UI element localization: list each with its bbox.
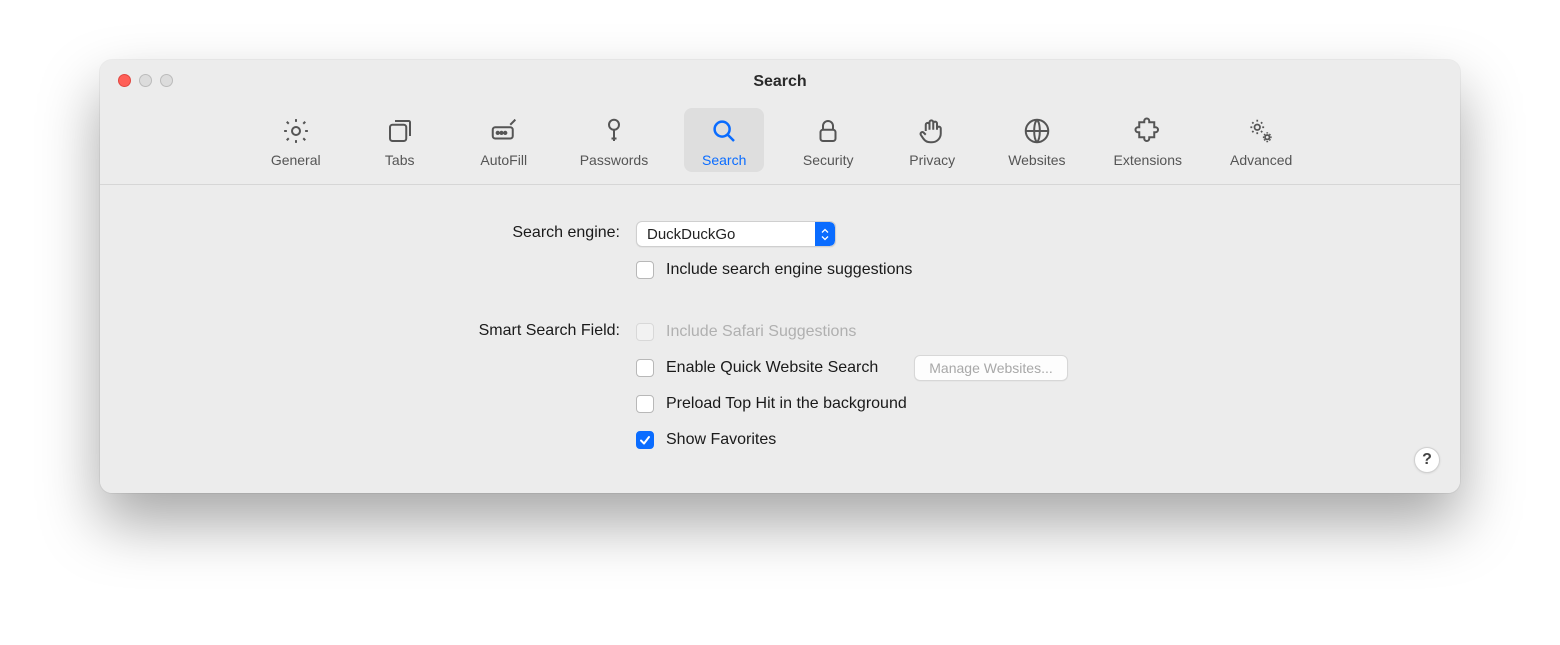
smart-search-label: Smart Search Field:: [140, 319, 620, 453]
window-title: Search: [753, 73, 806, 91]
toolbar-tab-label: Passwords: [580, 152, 648, 168]
toolbar-tab-label: Security: [803, 152, 854, 168]
gears-icon: [1244, 114, 1278, 148]
toolbar-tab-label: Websites: [1008, 152, 1065, 168]
show-favorites-label: Show Favorites: [666, 431, 776, 449]
preload-top-hit-checkbox[interactable]: [636, 395, 654, 413]
toolbar-tab-label: Privacy: [909, 152, 955, 168]
safari-suggestions-label: Include Safari Suggestions: [666, 323, 856, 341]
toolbar-tab-label: Search: [702, 152, 746, 168]
show-favorites-checkbox[interactable]: [636, 431, 654, 449]
window-close-button[interactable]: [118, 74, 131, 87]
titlebar: Search: [100, 60, 1460, 104]
globe-icon: [1020, 114, 1054, 148]
help-button[interactable]: ?: [1414, 447, 1440, 473]
toolbar-tab-passwords[interactable]: Passwords: [568, 108, 660, 172]
toolbar-tab-search[interactable]: Search: [684, 108, 764, 172]
toolbar-tab-label: AutoFill: [480, 152, 527, 168]
search-icon: [707, 114, 741, 148]
quick-website-search-label: Enable Quick Website Search: [666, 359, 878, 377]
toolbar-tab-autofill[interactable]: AutoFill: [464, 108, 544, 172]
safari-suggestions-checkbox: [636, 323, 654, 341]
toolbar-tab-label: Advanced: [1230, 152, 1292, 168]
window-zoom-button[interactable]: [160, 74, 173, 87]
chevron-up-down-icon: [815, 222, 835, 246]
toolbar-tab-security[interactable]: Security: [788, 108, 868, 172]
toolbar-tab-advanced[interactable]: Advanced: [1218, 108, 1304, 172]
tabs-icon: [383, 114, 417, 148]
search-engine-popup[interactable]: DuckDuckGo: [636, 221, 836, 247]
toolbar-tab-label: Tabs: [385, 152, 415, 168]
preload-top-hit-label: Preload Top Hit in the background: [666, 395, 907, 413]
hand-icon: [915, 114, 949, 148]
toolbar-tab-tabs[interactable]: Tabs: [360, 108, 440, 172]
window-minimize-button[interactable]: [139, 74, 152, 87]
toolbar-tab-label: General: [271, 152, 321, 168]
include-suggestions-label: Include search engine suggestions: [666, 261, 912, 279]
lock-icon: [811, 114, 845, 148]
toolbar-tab-label: Extensions: [1114, 152, 1182, 168]
manage-websites-button[interactable]: Manage Websites...: [914, 355, 1067, 381]
toolbar-tab-general[interactable]: General: [256, 108, 336, 172]
toolbar-tab-privacy[interactable]: Privacy: [892, 108, 972, 172]
content-area: Search engine: DuckDuckGo Include search…: [100, 185, 1460, 493]
preferences-window: Search General Tabs AutoFill: [100, 60, 1460, 493]
include-suggestions-checkbox[interactable]: [636, 261, 654, 279]
toolbar-tab-extensions[interactable]: Extensions: [1102, 108, 1194, 172]
search-engine-value: DuckDuckGo: [647, 226, 735, 243]
traffic-lights: [118, 74, 173, 87]
key-icon: [597, 114, 631, 148]
preferences-toolbar: General Tabs AutoFill Passwords: [100, 104, 1460, 185]
puzzle-icon: [1131, 114, 1165, 148]
autofill-icon: [487, 114, 521, 148]
quick-website-search-checkbox[interactable]: [636, 359, 654, 377]
gear-icon: [279, 114, 313, 148]
search-engine-label: Search engine:: [140, 221, 620, 283]
toolbar-tab-websites[interactable]: Websites: [996, 108, 1077, 172]
